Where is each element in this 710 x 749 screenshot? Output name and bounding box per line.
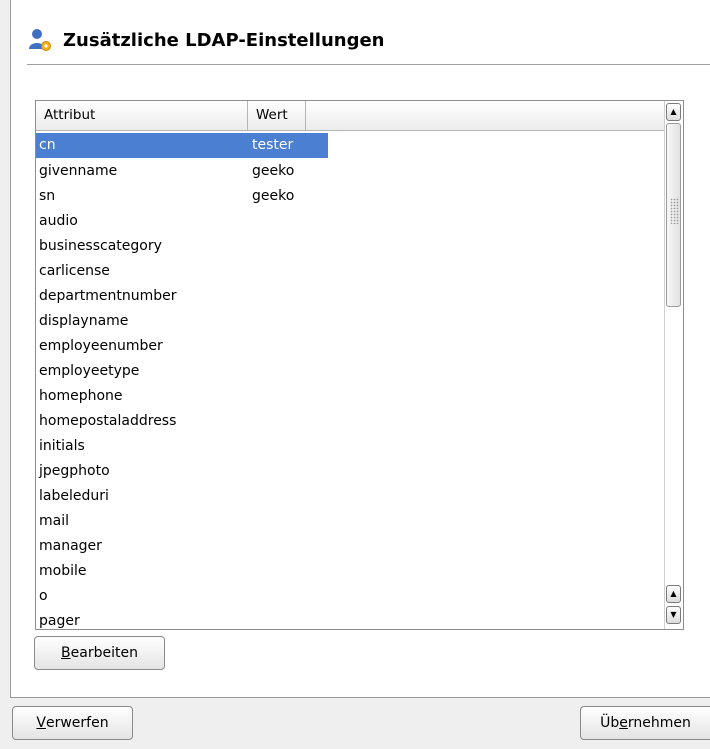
table-row[interactable]: initials [36,433,665,458]
column-header-wert[interactable]: Wert [248,101,306,131]
attribute-cell: jpegphoto [39,462,110,479]
attribute-cell: homephone [39,387,123,404]
table-row[interactable]: carlicense [36,258,665,283]
vertical-scrollbar[interactable]: ▲ ▲ ▼ [664,101,683,629]
table-row[interactable]: homephone [36,383,665,408]
table-row[interactable]: audio [36,208,665,233]
attribute-cell: mobile [39,562,87,579]
dialog-header: Zusätzliche LDAP-Einstellungen [27,22,384,58]
table-row[interactable]: employeetype [36,358,665,383]
apply-button[interactable]: Üb e rnehmen [580,706,710,740]
attribute-cell: initials [39,437,85,454]
grip-icon [670,198,679,224]
attribute-cell: departmentnumber [39,287,177,304]
edit-button[interactable]: Bearbeiten [34,636,165,670]
attribute-cell: carlicense [39,262,110,279]
value-cell: geeko [252,187,295,204]
table-row[interactable]: pager [36,608,665,629]
table-row[interactable]: employeenumber [36,333,665,358]
attribute-cell: cn [36,133,248,158]
column-header-attribut[interactable]: Attribut [36,101,248,131]
scroll-down-icon[interactable]: ▼ [666,606,681,624]
table-row[interactable]: jpegphoto [36,458,665,483]
attribute-cell: businesscategory [39,237,162,254]
value-cell: tester [248,133,328,158]
scrollbar-thumb[interactable] [666,123,681,307]
header-divider [27,64,710,65]
table-row[interactable]: businesscategory [36,233,665,258]
attribute-cell: givenname [39,162,118,179]
table-row[interactable]: displayname [36,308,665,333]
attribute-cell: homepostaladdress [39,412,177,429]
table-row[interactable]: sn geeko [36,183,665,208]
attribute-cell: employeenumber [39,337,163,354]
scroll-up-icon[interactable]: ▲ [666,585,681,603]
user-settings-icon [29,29,51,51]
value-cell: geeko [252,162,295,179]
table-row[interactable]: o [36,583,665,608]
attribute-table[interactable]: Attribut Wert cn tester givenname geeko sn ge… [35,100,684,630]
scroll-up-icon[interactable]: ▲ [666,103,681,121]
table-header: Attribut Wert [36,101,665,131]
table-row[interactable]: mobile [36,558,665,583]
table-row[interactable]: givenname geeko [36,158,665,183]
table-row[interactable]: homepostaladdress [36,408,665,433]
attribute-cell: manager [39,537,102,554]
attribute-cell: sn [39,187,56,204]
attribute-cell: employeetype [39,362,140,379]
table-row[interactable]: departmentnumber [36,283,665,308]
attribute-cell: pager [39,612,80,629]
attribute-cell: labeleduri [39,487,109,504]
column-header-empty [306,101,665,131]
attribute-cell: audio [39,212,78,229]
page-title: Zusätzliche LDAP-Einstellungen [63,29,385,51]
table-row[interactable]: manager [36,533,665,558]
attribute-cell: displayname [39,312,129,329]
table-body: cn tester givenname geeko sn geeko audio busine… [36,133,665,629]
discard-button[interactable]: Verwerfen [12,706,133,740]
attribute-cell: o [39,587,48,604]
attribute-cell: mail [39,512,69,529]
table-row[interactable]: mail [36,508,665,533]
table-row[interactable]: labeleduri [36,483,665,508]
table-row[interactable]: cn tester [36,133,665,158]
